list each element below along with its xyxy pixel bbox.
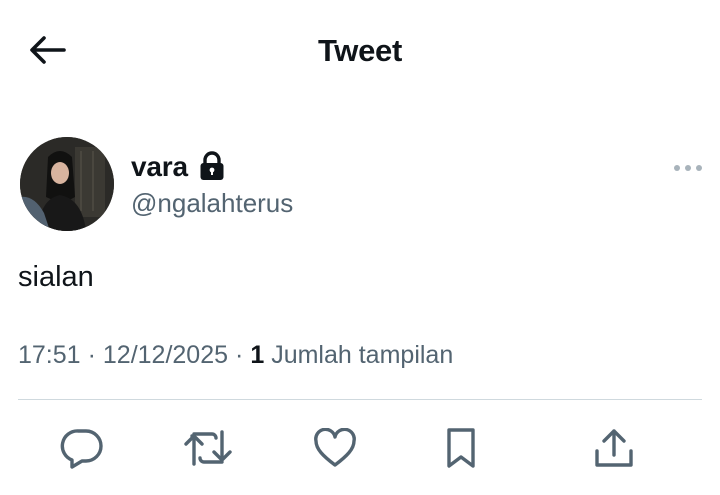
bookmark-button[interactable] [438,425,484,471]
share-icon [593,427,635,469]
username[interactable]: @ngalahterus [131,187,293,219]
retweet-icon [184,428,232,468]
views-label[interactable]: Jumlah tampilan [271,341,453,369]
tweet-time[interactable]: 17:51 [18,341,81,369]
page-title: Tweet [317,33,403,68]
avatar[interactable] [20,137,114,231]
like-icon [313,428,357,468]
like-button[interactable] [312,425,358,471]
reply-icon [60,427,104,469]
retweet-button[interactable] [184,425,232,471]
views-count[interactable]: 1 [250,341,264,369]
share-button[interactable] [591,425,637,471]
tweet-text: sialan [18,261,94,293]
display-name[interactable]: vara [131,150,188,184]
author-name-row: vara [131,150,225,184]
more-icon [673,159,703,177]
tweet-meta: 17:51 · 12/12/2025 · 1 Jumlah tampilan [18,339,453,371]
meta-separator: · [235,341,244,369]
more-options-button[interactable] [671,158,705,178]
divider [18,399,702,400]
tweet-date[interactable]: 12/12/2025 [103,341,228,369]
reply-button[interactable] [59,425,105,471]
bookmark-icon [443,427,479,469]
lock-icon [199,151,225,181]
tweet-detail-page: Tweet vara @ngalahterus sialan 17:51 · 1… [0,0,720,495]
meta-separator: · [87,341,96,369]
